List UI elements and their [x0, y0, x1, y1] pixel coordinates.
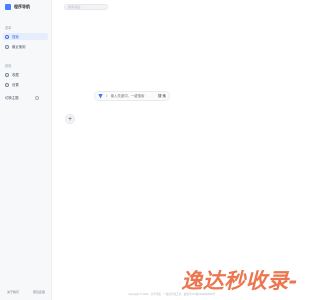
- top-search-input[interactable]: 搜索书签...: [64, 4, 108, 10]
- sidebar-item-recent[interactable]: 最近使用: [3, 43, 48, 50]
- sidebar-item-search[interactable]: 搜索: [3, 33, 48, 40]
- star-icon: [5, 72, 9, 77]
- search-input[interactable]: [110, 94, 155, 98]
- sidebar-item-label: 最近使用: [12, 45, 26, 49]
- sidebar-item-label: 搜索: [12, 35, 19, 39]
- sidebar-item-label: 设置: [12, 83, 19, 87]
- sidebar-item-favorites[interactable]: 收藏: [3, 71, 48, 78]
- logo[interactable]: 程序导航: [5, 4, 30, 10]
- chevron-down-icon[interactable]: ▾: [106, 94, 108, 98]
- add-button[interactable]: +: [65, 114, 75, 124]
- about-link[interactable]: 关于我们: [7, 290, 19, 294]
- sidebar-group-title: 其他: [5, 64, 12, 68]
- sidebar-group-title: 菜单: [5, 26, 12, 30]
- logo-icon: [5, 4, 11, 10]
- clock-icon: [5, 44, 9, 49]
- sidebar: 程序导航 菜单 搜索 最近使用 其他 收藏 设置 切换主题 关于我们 意见反馈: [0, 0, 52, 300]
- sidebar-item-label: 切换主题: [5, 96, 19, 100]
- main-search-bar: ▾ 搜 索: [94, 91, 170, 101]
- theme-icon[interactable]: [35, 96, 39, 100]
- feedback-link[interactable]: 意见反馈: [33, 290, 45, 294]
- search-button[interactable]: 搜 索: [158, 94, 166, 99]
- gear-icon: [5, 82, 9, 87]
- search-icon: [5, 34, 9, 39]
- plus-icon: +: [67, 115, 73, 123]
- top-search-placeholder: 搜索书签...: [68, 5, 83, 9]
- sidebar-item-label: 收藏: [12, 73, 19, 77]
- sidebar-item-theme[interactable]: 切换主题: [3, 94, 48, 101]
- engine-icon[interactable]: [98, 93, 103, 99]
- watermark: 逸达秒收录-: [181, 269, 298, 293]
- sidebar-bottom-links: 关于我们 意见反馈: [0, 290, 52, 294]
- logo-text: 程序导航: [14, 4, 30, 9]
- sidebar-item-settings[interactable]: 设置: [3, 81, 48, 88]
